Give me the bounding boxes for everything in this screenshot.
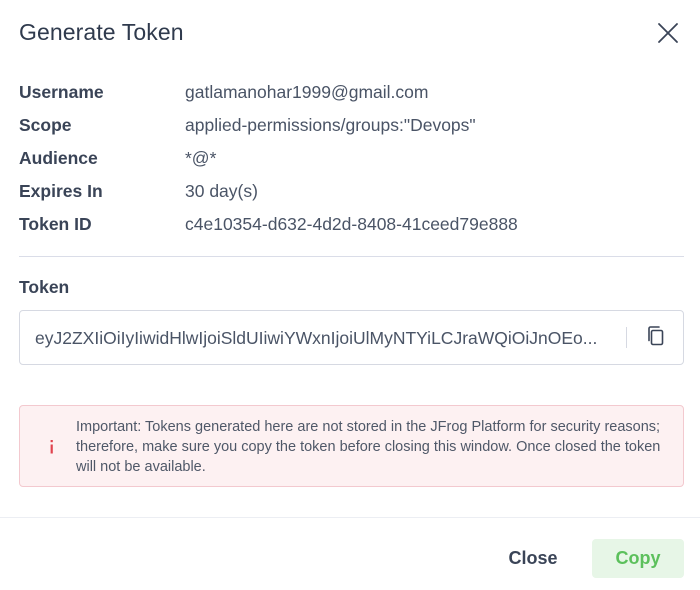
token-id-value: c4e10354-d632-4d2d-8408-41ceed79e888 [185, 214, 518, 234]
security-alert: Important: Tokens generated here are not… [19, 405, 684, 487]
scope-label: Scope [19, 115, 72, 135]
token-field-separator [626, 327, 627, 348]
token-id-label: Token ID [19, 214, 92, 234]
scope-value: applied-permissions/groups:"Devops" [185, 115, 476, 135]
info-icon [48, 438, 56, 456]
username-label: Username [19, 82, 104, 102]
audience-label: Audience [19, 148, 98, 168]
detail-row-scope: Scope applied-permissions/groups:"Devops… [19, 113, 679, 146]
token-field[interactable]: eyJ2ZXIiOiIyIiwidHlwIjoiSldUIiwiYWxnIjoi… [19, 310, 684, 365]
close-icon[interactable] [654, 19, 682, 47]
expires-in-value: 30 day(s) [185, 181, 258, 201]
close-button[interactable]: Close [494, 539, 572, 577]
audience-value: *@* [185, 148, 217, 168]
footer-divider [0, 517, 700, 518]
expires-in-label: Expires In [19, 181, 103, 201]
divider [19, 256, 684, 257]
copy-button[interactable]: Copy [592, 539, 684, 578]
dialog-title: Generate Token [19, 19, 184, 45]
token-value[interactable]: eyJ2ZXIiOiIyIiwidHlwIjoiSldUIiwiYWxnIjoi… [35, 326, 600, 350]
detail-row-username: Username gatlamanohar1999@gmail.com [19, 80, 679, 113]
generate-token-dialog: Generate Token Username gatlamanohar1999… [0, 0, 700, 590]
username-value: gatlamanohar1999@gmail.com [185, 82, 429, 102]
alert-message: Important: Tokens generated here are not… [76, 419, 661, 475]
detail-row-token-id: Token ID c4e10354-d632-4d2d-8408-41ceed7… [19, 212, 679, 245]
token-details: Username gatlamanohar1999@gmail.com Scop… [19, 80, 679, 245]
token-label: Token [19, 277, 70, 297]
copy-icon[interactable] [644, 324, 668, 348]
detail-row-audience: Audience *@* [19, 146, 679, 179]
detail-row-expires-in: Expires In 30 day(s) [19, 179, 679, 212]
